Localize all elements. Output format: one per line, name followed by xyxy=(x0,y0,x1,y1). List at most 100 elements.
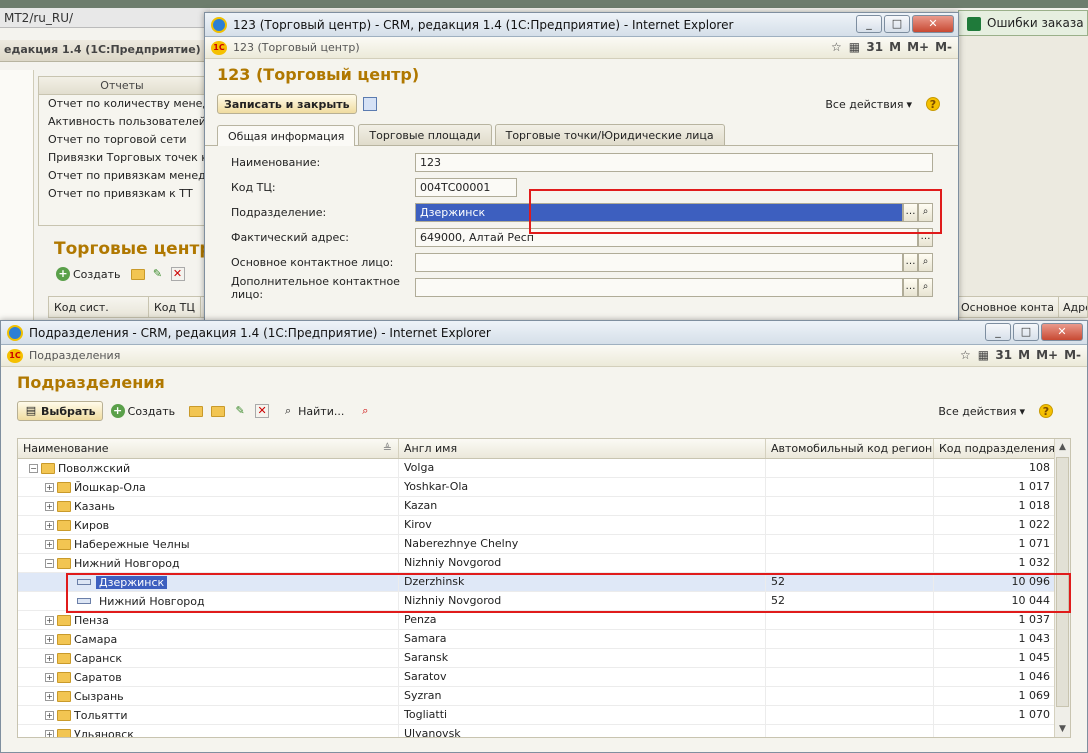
collapse-icon[interactable]: − xyxy=(29,463,38,473)
create-folder-icon[interactable] xyxy=(189,405,204,417)
plus-icon: + xyxy=(110,404,125,418)
table-row[interactable]: + Йошкар-Ола Yoshkar-Ola 1 017 xyxy=(18,478,1070,497)
table-row[interactable]: + Пенза Penza 1 037 xyxy=(18,611,1070,630)
column-header-code[interactable]: Код подразделения xyxy=(934,439,1056,458)
all-actions-menu[interactable]: Все действия ▾ xyxy=(934,401,1029,421)
save-icon[interactable] xyxy=(362,97,377,111)
window-titlebar[interactable]: Подразделения - CRM, редакция 1.4 (1С:Пр… xyxy=(1,321,1087,345)
column-header-eng[interactable]: Англ имя xyxy=(399,439,766,458)
calculator-icon[interactable]: ▦ xyxy=(848,40,860,54)
column-header[interactable]: Основное конта xyxy=(957,297,1060,317)
close-button[interactable]: ✕ xyxy=(912,15,954,33)
search-icon[interactable]: ⌕ xyxy=(918,278,933,297)
minimize-button[interactable]: _ xyxy=(985,323,1011,341)
favorite-icon[interactable]: ☆ xyxy=(830,40,842,54)
memory-m-icon[interactable]: M xyxy=(1018,348,1030,362)
help-icon[interactable]: ? xyxy=(1039,404,1053,418)
scroll-up-icon[interactable]: ▲ xyxy=(1055,439,1070,455)
table-row[interactable]: + Саранск Saransk 1 045 xyxy=(18,649,1070,668)
delete-icon[interactable]: ✕ xyxy=(255,404,270,418)
extra-contact-select-button[interactable]: … xyxy=(903,278,918,297)
expand-icon[interactable]: + xyxy=(45,691,54,701)
annotation-highlight-box xyxy=(529,189,942,234)
expand-icon[interactable]: + xyxy=(45,501,54,511)
address-label: Фактический адрес: xyxy=(231,231,350,244)
report-link[interactable]: Отчет по торговой сети xyxy=(39,131,205,149)
memory-m-minus-icon[interactable]: M- xyxy=(1064,348,1081,362)
report-link[interactable]: Привязки Торговых точек к ТЦ xyxy=(39,149,205,167)
memory-m-plus-icon[interactable]: M+ xyxy=(907,40,929,54)
name-field[interactable]: 123 xyxy=(415,153,933,172)
expand-icon[interactable]: + xyxy=(45,634,54,644)
create-button[interactable]: + Создать xyxy=(107,401,180,421)
help-icon[interactable]: ? xyxy=(926,97,940,111)
row-eng: Volga xyxy=(399,459,766,477)
report-link[interactable]: Активность пользователей xyxy=(39,113,205,131)
table-row[interactable]: + Киров Kirov 1 022 xyxy=(18,516,1070,535)
expand-icon[interactable]: + xyxy=(45,520,54,530)
extra-contact-field[interactable] xyxy=(415,278,903,297)
collapse-icon[interactable]: − xyxy=(45,558,54,568)
expand-icon[interactable]: + xyxy=(45,539,54,549)
memory-m-icon[interactable]: M xyxy=(889,40,901,54)
table-row[interactable]: + Ульяновск Ulyanovsk xyxy=(18,725,1070,737)
close-button[interactable]: ✕ xyxy=(1041,323,1083,341)
table-row[interactable]: + Самара Samara 1 043 xyxy=(18,630,1070,649)
memory-m-plus-icon[interactable]: M+ xyxy=(1036,348,1058,362)
edit-icon[interactable]: ✎ xyxy=(233,404,247,418)
main-contact-field[interactable] xyxy=(415,253,903,272)
code-field[interactable]: 004ТС00001 xyxy=(415,178,517,197)
background-address-bar[interactable]: MT2/ru_RU/ xyxy=(0,8,210,28)
search-icon[interactable]: ⌕ xyxy=(918,253,933,272)
calculator-icon[interactable]: ▦ xyxy=(977,348,989,362)
create-button[interactable]: + Создать xyxy=(52,264,125,284)
cancel-search-icon[interactable]: ⌕ xyxy=(358,404,372,418)
tab-trade-points[interactable]: Торговые точки/Юридические лица xyxy=(494,124,725,145)
calendar-icon[interactable]: 31 xyxy=(995,348,1012,362)
find-button[interactable]: ⌕ Найти... xyxy=(277,401,348,421)
select-button[interactable]: ▤ Выбрать xyxy=(17,401,103,421)
column-header[interactable]: Код ТЦ xyxy=(149,297,201,317)
maximize-button[interactable]: □ xyxy=(884,15,910,33)
all-actions-menu[interactable]: Все действия ▾ xyxy=(821,94,916,114)
favorite-icon[interactable]: ☆ xyxy=(959,348,971,362)
table-row[interactable]: − Поволжский Volga 108 xyxy=(18,459,1070,478)
expand-icon[interactable]: + xyxy=(45,482,54,492)
table-row[interactable]: + Саратов Saratov 1 046 xyxy=(18,668,1070,687)
minimize-button[interactable]: _ xyxy=(856,15,882,33)
table-row[interactable]: + Казань Kazan 1 018 xyxy=(18,497,1070,516)
taskbar-window-tab[interactable]: Ошибки заказа 16 - CRM xyxy=(958,10,1088,36)
expand-icon[interactable]: + xyxy=(45,729,54,737)
table-row[interactable]: + Тольятти Togliatti 1 070 xyxy=(18,706,1070,725)
table-row[interactable]: + Набережные Челны Naberezhnye Chelny 1 0… xyxy=(18,535,1070,554)
column-header[interactable]: Адрес Т xyxy=(1059,297,1087,317)
tab-general[interactable]: Общая информация xyxy=(217,125,356,146)
expand-icon[interactable]: + xyxy=(45,615,54,625)
expand-icon[interactable]: + xyxy=(45,672,54,682)
report-link[interactable]: Отчет по привязкам к ТТ xyxy=(39,185,205,203)
save-and-close-button[interactable]: Записать и закрыть xyxy=(217,94,357,114)
column-header-region[interactable]: Автомобильный код региона xyxy=(766,439,934,458)
row-code: 1 069 xyxy=(934,687,1056,705)
maximize-button[interactable]: □ xyxy=(1013,323,1039,341)
delete-icon[interactable]: ✕ xyxy=(170,267,185,281)
expand-icon[interactable]: + xyxy=(45,710,54,720)
main-contact-select-button[interactable]: … xyxy=(903,253,918,272)
1c-logo-icon: 1С xyxy=(211,40,227,55)
main-contact-label: Основное контактное лицо: xyxy=(231,256,394,269)
calendar-icon[interactable]: 31 xyxy=(866,40,883,54)
expand-icon[interactable]: + xyxy=(45,653,54,663)
report-link[interactable]: Отчет по привязкам менеджеров xyxy=(39,167,205,185)
copy-icon[interactable] xyxy=(211,405,226,417)
scroll-down-icon[interactable]: ▼ xyxy=(1055,721,1070,737)
window-titlebar[interactable]: 123 (Торговый центр) - CRM, редакция 1.4… xyxy=(205,13,958,37)
edit-icon[interactable]: ✎ xyxy=(151,267,165,281)
memory-m-minus-icon[interactable]: M- xyxy=(935,40,952,54)
column-header[interactable]: Код сист. xyxy=(49,297,149,317)
column-header-name[interactable]: Наименование ≜ xyxy=(18,439,399,458)
tab-trade-areas[interactable]: Торговые площади xyxy=(358,124,492,145)
copy-icon[interactable] xyxy=(130,268,145,280)
table-row[interactable]: + Сызрань Syzran 1 069 xyxy=(18,687,1070,706)
table-row[interactable]: − Нижний Новгород Nizhniy Novgorod 1 032 xyxy=(18,554,1070,573)
report-link[interactable]: Отчет по количеству менеджеров xyxy=(39,95,205,113)
